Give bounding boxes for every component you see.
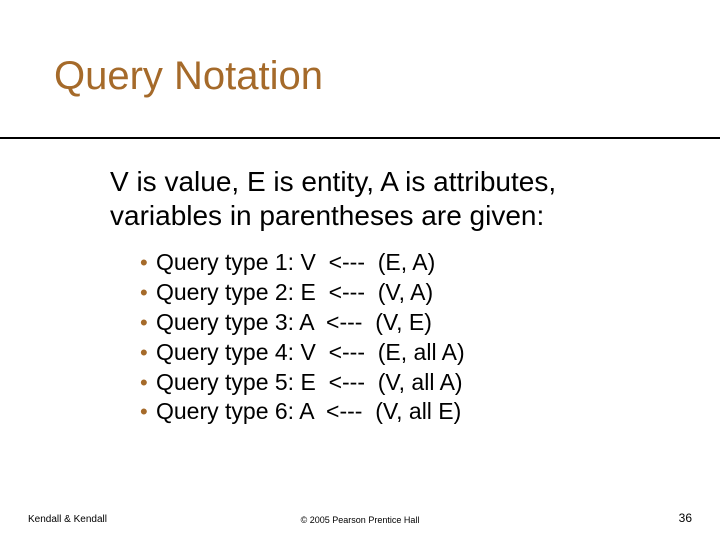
bullet-list: •Query type 1: V <--- (E, A) •Query type… (140, 248, 640, 427)
list-item-text: Query type 5: E <--- (V, all A) (156, 368, 463, 398)
slide-title: Query Notation (54, 54, 323, 99)
list-item: •Query type 3: A <--- (V, E) (140, 308, 640, 338)
footer-center: © 2005 Pearson Prentice Hall (0, 515, 720, 525)
list-item-text: Query type 3: A <--- (V, E) (156, 308, 432, 338)
page-number: 36 (679, 511, 692, 525)
bullet-icon: • (140, 249, 156, 278)
horizontal-rule (0, 137, 720, 139)
list-item-text: Query type 4: V <--- (E, all A) (156, 338, 465, 368)
bullet-icon: • (140, 339, 156, 368)
list-item-text: Query type 2: E <--- (V, A) (156, 278, 433, 308)
list-item: •Query type 6: A <--- (V, all E) (140, 397, 640, 427)
slide: Query Notation V is value, E is entity, … (0, 0, 720, 540)
intro-text: V is value, E is entity, A is attributes… (110, 165, 650, 233)
list-item: •Query type 5: E <--- (V, all A) (140, 368, 640, 398)
list-item: •Query type 2: E <--- (V, A) (140, 278, 640, 308)
list-item-text: Query type 6: A <--- (V, all E) (156, 397, 461, 427)
list-item: •Query type 1: V <--- (E, A) (140, 248, 640, 278)
bullet-icon: • (140, 309, 156, 338)
list-item: •Query type 4: V <--- (E, all A) (140, 338, 640, 368)
bullet-icon: • (140, 398, 156, 427)
bullet-icon: • (140, 369, 156, 398)
list-item-text: Query type 1: V <--- (E, A) (156, 248, 435, 278)
bullet-icon: • (140, 279, 156, 308)
